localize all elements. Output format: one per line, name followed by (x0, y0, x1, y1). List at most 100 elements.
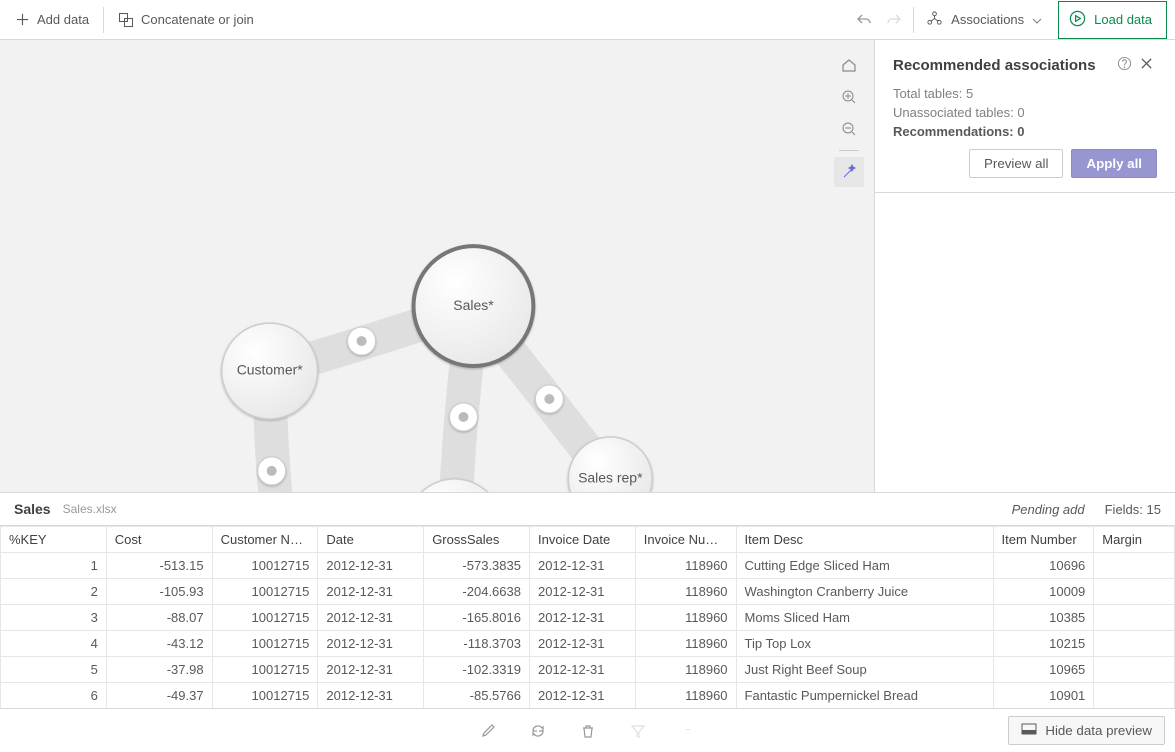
table-cell: 4 (1, 631, 107, 657)
associations-dropdown[interactable]: Associations (918, 1, 1050, 39)
table-cell: 10385 (993, 605, 1094, 631)
preview-table[interactable]: %KEYCostCustomer N…DateGrossSalesInvoice… (0, 525, 1175, 708)
column-header[interactable]: %KEY (1, 527, 107, 553)
concat-button[interactable]: Concatenate or join (108, 1, 264, 39)
table-cell: -102.3319 (424, 657, 530, 683)
table-cell: -37.98 (106, 657, 212, 683)
table-row[interactable]: 2-105.93100127152012-12-31-204.66382012-… (1, 579, 1175, 605)
table-cell (1094, 553, 1175, 579)
preview-all-button[interactable]: Preview all (969, 149, 1063, 178)
table-row[interactable]: 1-513.15100127152012-12-31-573.38352012-… (1, 553, 1175, 579)
recommendations-label: Recommendations: (893, 124, 1014, 139)
preview-table-name: Sales (14, 501, 51, 517)
table-cell: 2012-12-31 (529, 553, 635, 579)
total-tables-value: 5 (966, 86, 973, 101)
bubble-sales-rep-label: Sales rep* (578, 470, 643, 486)
load-data-label: Load data (1094, 12, 1152, 27)
table-cell: Cutting Edge Sliced Ham (736, 553, 993, 579)
concat-label: Concatenate or join (141, 12, 254, 27)
table-cell: 2012-12-31 (529, 605, 635, 631)
column-header[interactable]: Margin (1094, 527, 1175, 553)
table-cell: 6 (1, 683, 107, 709)
table-cell: 2012-12-31 (318, 553, 424, 579)
zoom-in-button[interactable] (834, 82, 864, 112)
recommendations-value: 0 (1017, 124, 1024, 139)
column-header[interactable]: Invoice Date (529, 527, 635, 553)
table-cell: 2012-12-31 (529, 631, 635, 657)
table-cell: -165.8016 (424, 605, 530, 631)
table-cell: -105.93 (106, 579, 212, 605)
table-cell: -204.6638 (424, 579, 530, 605)
zoom-out-button[interactable] (834, 114, 864, 144)
table-cell: -43.12 (106, 631, 212, 657)
load-data-button[interactable]: Load data (1058, 1, 1167, 39)
hide-data-preview-button[interactable]: Hide data preview (1008, 716, 1165, 745)
more-icon[interactable] (678, 721, 698, 741)
close-icon[interactable] (1135, 57, 1157, 73)
column-header[interactable]: Customer N… (212, 527, 318, 553)
unassoc-tables-label: Unassociated tables: (893, 105, 1014, 120)
table-cell: -118.3703 (424, 631, 530, 657)
unassoc-tables-value: 0 (1017, 105, 1024, 120)
table-cell: 2012-12-31 (318, 605, 424, 631)
redo-button[interactable] (879, 1, 909, 39)
table-cell: 118960 (635, 657, 736, 683)
associations-label: Associations (951, 12, 1024, 27)
table-cell: -88.07 (106, 605, 212, 631)
table-cell: Washington Cranberry Juice (736, 579, 993, 605)
filter-icon[interactable] (628, 721, 648, 741)
table-cell: 10012715 (212, 579, 318, 605)
table-cell: 1 (1, 553, 107, 579)
table-cell: 2012-12-31 (318, 631, 424, 657)
column-header[interactable]: Date (318, 527, 424, 553)
table-cell: 118960 (635, 631, 736, 657)
fields-label: Fields: (1105, 502, 1143, 517)
delete-icon[interactable] (578, 721, 598, 741)
refresh-icon[interactable] (528, 721, 548, 741)
table-cell: Fantastic Pumpernickel Bread (736, 683, 993, 709)
preview-file-name: Sales.xlsx (63, 502, 117, 516)
data-preview: Sales Sales.xlsx Pending add Fields: 15 … (0, 492, 1175, 752)
apply-all-button[interactable]: Apply all (1071, 149, 1157, 178)
table-cell: -49.37 (106, 683, 212, 709)
table-row[interactable]: 5-37.98100127152012-12-31-102.33192012-1… (1, 657, 1175, 683)
column-header[interactable]: Item Desc (736, 527, 993, 553)
magic-wand-button[interactable] (834, 157, 864, 187)
table-cell: 118960 (635, 683, 736, 709)
table-cell (1094, 579, 1175, 605)
table-cell: 10901 (993, 683, 1094, 709)
table-row[interactable]: 6-49.37100127152012-12-31-85.57662012-12… (1, 683, 1175, 709)
column-header[interactable]: Item Number (993, 527, 1094, 553)
table-row[interactable]: 4-43.12100127152012-12-31-118.37032012-1… (1, 631, 1175, 657)
table-cell: 2012-12-31 (529, 579, 635, 605)
toolbar-separator (103, 7, 104, 33)
table-cell: 10012715 (212, 605, 318, 631)
table-cell (1094, 657, 1175, 683)
table-cell: 2012-12-31 (529, 657, 635, 683)
table-cell: -513.15 (106, 553, 212, 579)
edit-icon[interactable] (478, 721, 498, 741)
table-cell: 2012-12-31 (318, 683, 424, 709)
plus-icon (14, 12, 30, 28)
undo-button[interactable] (849, 1, 879, 39)
concat-icon (118, 12, 134, 28)
chevron-down-icon (1032, 12, 1042, 27)
table-row[interactable]: 3-88.07100127152012-12-31-165.80162012-1… (1, 605, 1175, 631)
bubble-customer-label: Customer* (237, 362, 304, 378)
table-cell: 10965 (993, 657, 1094, 683)
table-cell: 10696 (993, 553, 1094, 579)
column-header[interactable]: Invoice Num… (635, 527, 736, 553)
toolbar-separator (913, 7, 914, 33)
help-icon[interactable] (1113, 56, 1135, 74)
table-cell: 10012715 (212, 553, 318, 579)
table-cell: -85.5766 (424, 683, 530, 709)
hide-preview-label: Hide data preview (1045, 723, 1152, 738)
home-view-button[interactable] (834, 50, 864, 80)
add-data-button[interactable]: Add data (4, 1, 99, 39)
pending-add-label: Pending add (1012, 502, 1085, 517)
column-header[interactable]: GrossSales (424, 527, 530, 553)
associations-icon (926, 10, 943, 30)
table-cell: 10215 (993, 631, 1094, 657)
table-cell: 5 (1, 657, 107, 683)
column-header[interactable]: Cost (106, 527, 212, 553)
